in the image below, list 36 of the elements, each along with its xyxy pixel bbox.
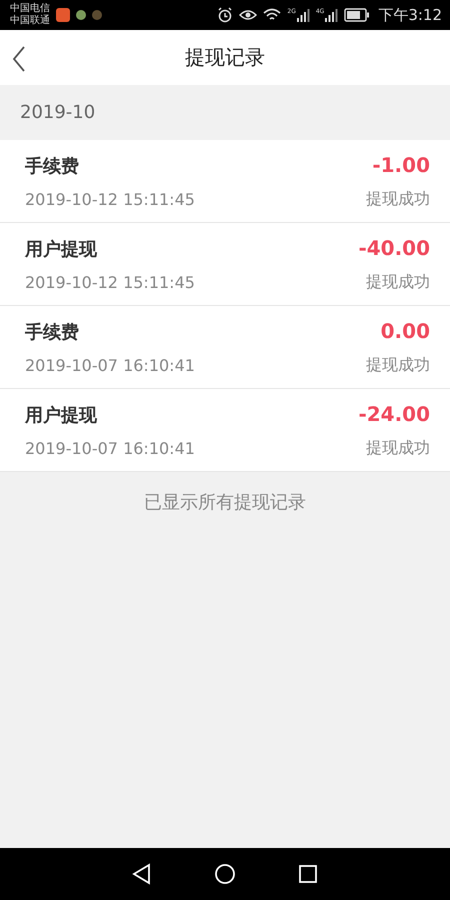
record-title: 用户提现 (25, 404, 98, 426)
alarm-icon (217, 7, 234, 23)
record-time: 2019-10-12 15:11:45 (25, 190, 195, 208)
record-amount: 0.00 (380, 318, 430, 342)
carrier-name: 中国联通 (10, 15, 50, 27)
record-amount: -24.00 (358, 402, 430, 426)
end-of-list-note: 已显示所有提现记录 (144, 491, 306, 514)
month-heading: 2019-10 (20, 102, 96, 123)
record-title: 用户提现 (25, 238, 98, 260)
record-time: 2019-10-12 15:11:45 (25, 272, 195, 292)
record-time: 2019-10-07 16:10:41 (25, 438, 195, 458)
signal-icon (324, 8, 338, 22)
eye-icon (239, 8, 258, 22)
home-circle-icon[interactable] (214, 863, 236, 885)
record-row[interactable]: 手续费 2019-10-12 15:11:45 -1.00 提现成功 (0, 140, 450, 223)
record-status: 提现成功 (366, 354, 430, 376)
back-triangle-icon[interactable] (130, 863, 153, 885)
record-title: 手续费 (25, 154, 80, 178)
record-status: 提现成功 (366, 438, 430, 458)
record-time: 2019-10-07 16:10:41 (25, 356, 195, 374)
clock: 下午3:12 (378, 6, 442, 24)
record-amount: -1.00 (372, 152, 430, 176)
record-row[interactable]: 用户提现 2019-10-12 15:11:45 -40.00 提现成功 (0, 223, 450, 306)
record-status: 提现成功 (366, 188, 430, 210)
signal-icon (296, 8, 310, 22)
page-title: 提现记录 (185, 44, 265, 71)
record-row[interactable]: 手续费 2019-10-07 16:10:41 0.00 提现成功 (0, 306, 450, 389)
battery-icon (344, 8, 370, 22)
record-amount: -40.00 (358, 236, 430, 260)
record-status: 提现成功 (366, 272, 430, 292)
record-title: 手续费 (25, 320, 80, 344)
record-row[interactable]: 用户提现 2019-10-07 16:10:41 -24.00 提现成功 (0, 389, 450, 472)
recent-apps-icon[interactable] (297, 863, 320, 885)
back-icon (12, 46, 26, 72)
wifi-icon (263, 8, 282, 22)
carrier-name: 中国电信 (10, 3, 50, 14)
